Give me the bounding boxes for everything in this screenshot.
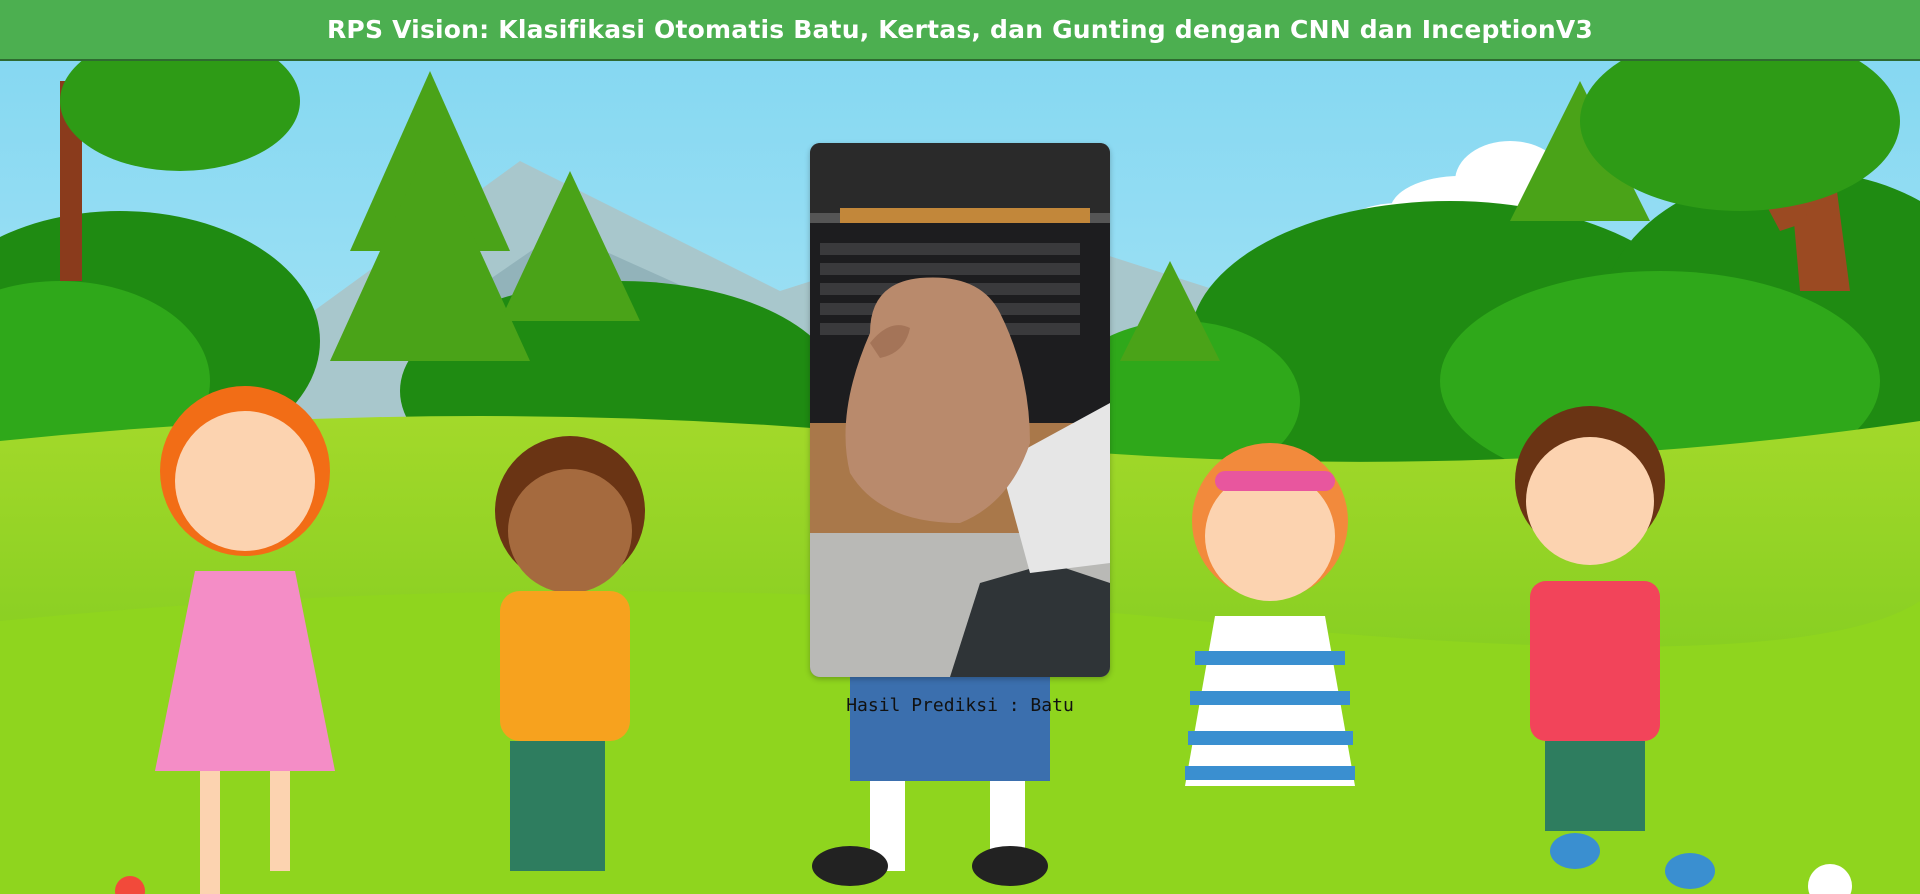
uploaded-hand-photo-icon (810, 143, 1110, 677)
uploaded-image-preview (810, 143, 1110, 677)
app-header: RPS Vision: Klasifikasi Otomatis Batu, K… (0, 0, 1920, 61)
page-title: RPS Vision: Klasifikasi Otomatis Batu, K… (326, 15, 1594, 44)
prediction-result: Hasil Prediksi : Batu (846, 695, 1074, 716)
